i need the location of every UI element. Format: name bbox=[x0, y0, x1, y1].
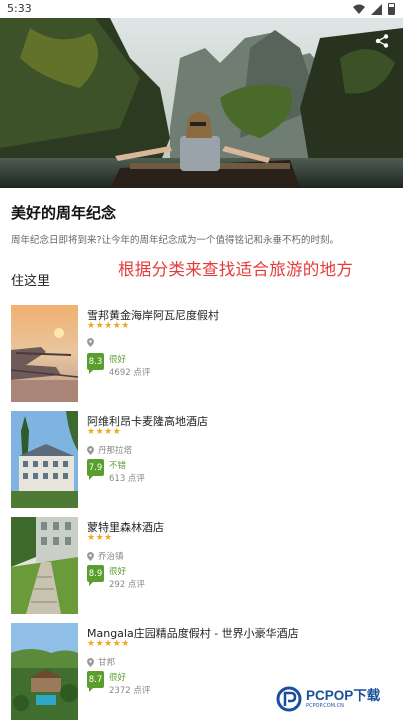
hotel-location: 甘邦 bbox=[87, 656, 115, 668]
hotel-stars: ★★★★★ bbox=[87, 639, 130, 649]
score-badge: 7.9 bbox=[87, 459, 104, 480]
review-count: 613 点评 bbox=[109, 474, 145, 484]
score-badge: 8.7 bbox=[87, 671, 104, 692]
status-bar: 5:33 bbox=[0, 0, 403, 18]
hotel-location: 丹那拉塔 bbox=[87, 444, 132, 456]
overlay-caption: 根据分类来查找适合旅游的地方 bbox=[118, 260, 354, 279]
hotel-location bbox=[87, 338, 98, 347]
hotel-stars: ★★★★ bbox=[87, 427, 122, 437]
review-count: 292 点评 bbox=[109, 580, 145, 590]
promo-title: 美好的周年纪念 bbox=[11, 204, 117, 222]
watermark-text: PCPOP下载 PCPOP.COM.CN bbox=[306, 689, 380, 710]
review-count: 2372 点评 bbox=[109, 686, 151, 696]
hotel-list-item[interactable]: 蒙特里森林酒店 ★★★ 乔治镇 8.9 很好 292 点评 bbox=[0, 512, 403, 614]
location-pin-icon bbox=[87, 445, 94, 455]
wifi-icon bbox=[353, 4, 365, 14]
hotel-location: 乔治镇 bbox=[87, 550, 124, 562]
status-icons bbox=[353, 3, 395, 15]
score-label: 很好 bbox=[109, 355, 127, 365]
watermark: PCPOP下载 PCPOP.COM.CN bbox=[272, 682, 397, 716]
hotel-list-item[interactable]: 雪邦黄金海岸阿瓦尼度假村 ★★★★★ 8.3 很好 4692 点评 bbox=[0, 300, 403, 402]
review-count: 4692 点评 bbox=[109, 368, 151, 378]
hotel-thumbnail bbox=[11, 305, 78, 402]
score-label: 很好 bbox=[109, 567, 127, 577]
watermark-main: PCPOP下载 bbox=[306, 687, 381, 703]
score-label: 不错 bbox=[109, 461, 127, 471]
location-pin-icon bbox=[87, 657, 94, 667]
hero-illustration bbox=[0, 18, 403, 188]
score-badge: 8.9 bbox=[87, 565, 104, 586]
score-label: 很好 bbox=[109, 673, 127, 683]
hotel-location-text: 乔治镇 bbox=[98, 552, 124, 562]
hotel-stars: ★★★ bbox=[87, 533, 113, 543]
status-time: 5:33 bbox=[7, 2, 32, 15]
hotel-thumbnail bbox=[11, 623, 78, 720]
hotel-location-text: 丹那拉塔 bbox=[98, 446, 133, 456]
location-pin-icon bbox=[87, 338, 94, 347]
hotel-list-item[interactable]: 阿维利昂卡麦隆高地酒店 ★★★★ 丹那拉塔 7.9 不错 613 点评 bbox=[0, 406, 403, 508]
hotel-thumbnail bbox=[11, 411, 78, 508]
share-button[interactable] bbox=[371, 30, 393, 52]
battery-icon bbox=[388, 3, 395, 15]
promo-description: 周年纪念日即将到来?让今年的周年纪念成为一个值得铭记和永垂不朽的时刻。 bbox=[11, 235, 340, 246]
hotel-stars: ★★★★★ bbox=[87, 321, 130, 331]
hotel-thumbnail bbox=[11, 517, 78, 614]
score-badge: 8.3 bbox=[87, 353, 104, 374]
signal-icon bbox=[371, 3, 382, 15]
pcpop-logo-icon bbox=[276, 686, 302, 712]
location-pin-icon bbox=[87, 551, 94, 561]
hotel-location-text: 甘邦 bbox=[98, 658, 116, 668]
share-icon bbox=[375, 34, 389, 48]
hero-image bbox=[0, 18, 403, 188]
section-title: 住这里 bbox=[11, 274, 51, 289]
watermark-sub: PCPOP.COM.CN bbox=[306, 703, 344, 710]
